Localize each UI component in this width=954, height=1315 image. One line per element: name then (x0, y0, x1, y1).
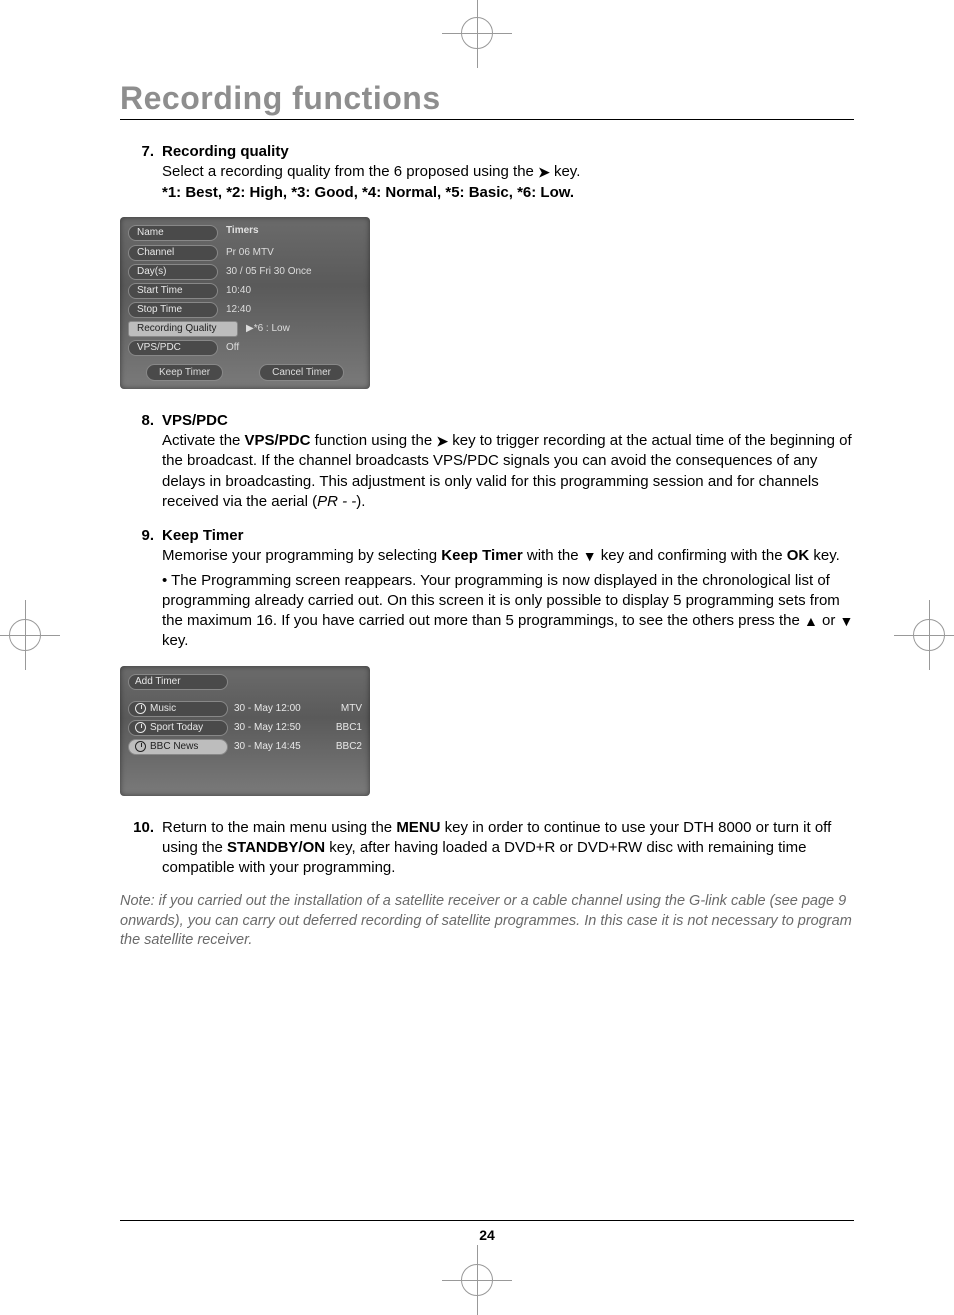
clock-icon (135, 741, 146, 752)
down-arrow-icon: ▼ (840, 612, 854, 631)
osd-timer-row-selected: BBC News 30 - May 14:45 BBC2 (128, 739, 362, 755)
instruction-list-2: 8. VPS/PDC Activate the VPS/PDC function… (120, 411, 854, 652)
crop-mark-bottom (0, 1255, 954, 1305)
step-number: 10. (120, 818, 162, 879)
clock-icon (135, 703, 146, 714)
crop-mark-right (904, 620, 954, 650)
osd-keep-timer-button: Keep Timer (146, 364, 223, 381)
osd-field-channel: Channel (128, 245, 218, 261)
step-number: 7. (120, 142, 162, 203)
step-text: Select a recording quality from the 6 pr… (162, 162, 854, 203)
title-rule (120, 119, 854, 120)
step-text: Activate the VPS/PDC function using the … (162, 431, 854, 512)
step-heading: Recording quality (162, 142, 854, 162)
osd-field-quality: Recording Quality (128, 321, 238, 337)
step-9: 9. Keep Timer Memorise your programming … (120, 526, 854, 652)
page-number: 24 (120, 1227, 854, 1243)
footnote: Note: if you carried out the installatio… (120, 892, 854, 951)
osd2-note-row: Add Timer Music 30 - May 12:00 MTV Sport… (120, 666, 854, 796)
step-text: Memorise your programming by selecting K… (162, 546, 854, 566)
osd-cancel-timer-button: Cancel Timer (259, 364, 344, 381)
osd-field-start: Start Time (128, 283, 218, 299)
osd-field-vpspdc: VPS/PDC (128, 340, 218, 356)
crop-mark-left (0, 620, 50, 650)
step-number: 8. (120, 411, 162, 512)
step-bullet: • The Programming screen reappears. Your… (162, 571, 854, 652)
step-text: Return to the main menu using the MENU k… (162, 818, 854, 879)
osd-field-stop: Stop Time (128, 302, 218, 318)
step-heading: Keep Timer (162, 526, 854, 546)
crop-mark-top (0, 8, 954, 58)
instruction-list: 7. Recording quality Select a recording … (120, 142, 854, 203)
step-number: 9. (120, 526, 162, 652)
osd-note-row: Name Timers ChannelPr 06 MTV Day(s)30 / … (120, 217, 854, 389)
manual-page: Recording functions 7. Recording quality… (0, 0, 954, 1313)
instruction-list-3: 10. Return to the main menu using the ME… (120, 818, 854, 879)
timer-list-osd-screenshot: Add Timer Music 30 - May 12:00 MTV Sport… (120, 666, 370, 796)
timer-osd-screenshot: Name Timers ChannelPr 06 MTV Day(s)30 / … (120, 217, 370, 389)
down-arrow-icon: ▼ (583, 547, 597, 566)
right-arrow-icon: ➤ (538, 163, 550, 182)
osd-field-value: Timers (218, 225, 259, 241)
osd-add-timer: Add Timer (128, 674, 228, 690)
step-10: 10. Return to the main menu using the ME… (120, 818, 854, 879)
step-8: 8. VPS/PDC Activate the VPS/PDC function… (120, 411, 854, 512)
osd-timer-row: Sport Today 30 - May 12:50 BBC1 (128, 720, 362, 736)
clock-icon (135, 722, 146, 733)
quality-levels: *1: Best, *2: High, *3: Good, *4: Normal… (162, 184, 574, 201)
page-title: Recording functions (120, 80, 854, 117)
page-content: Recording functions 7. Recording quality… (120, 80, 854, 951)
step-heading: VPS/PDC (162, 411, 854, 431)
step-7: 7. Recording quality Select a recording … (120, 142, 854, 203)
osd-field-name: Name (128, 225, 218, 241)
osd-timer-row: Music 30 - May 12:00 MTV (128, 701, 362, 717)
page-footer: 24 (120, 1220, 854, 1243)
up-arrow-icon: ▲ (804, 612, 818, 631)
osd-field-days: Day(s) (128, 264, 218, 280)
right-arrow-icon: ➤ (436, 432, 448, 451)
